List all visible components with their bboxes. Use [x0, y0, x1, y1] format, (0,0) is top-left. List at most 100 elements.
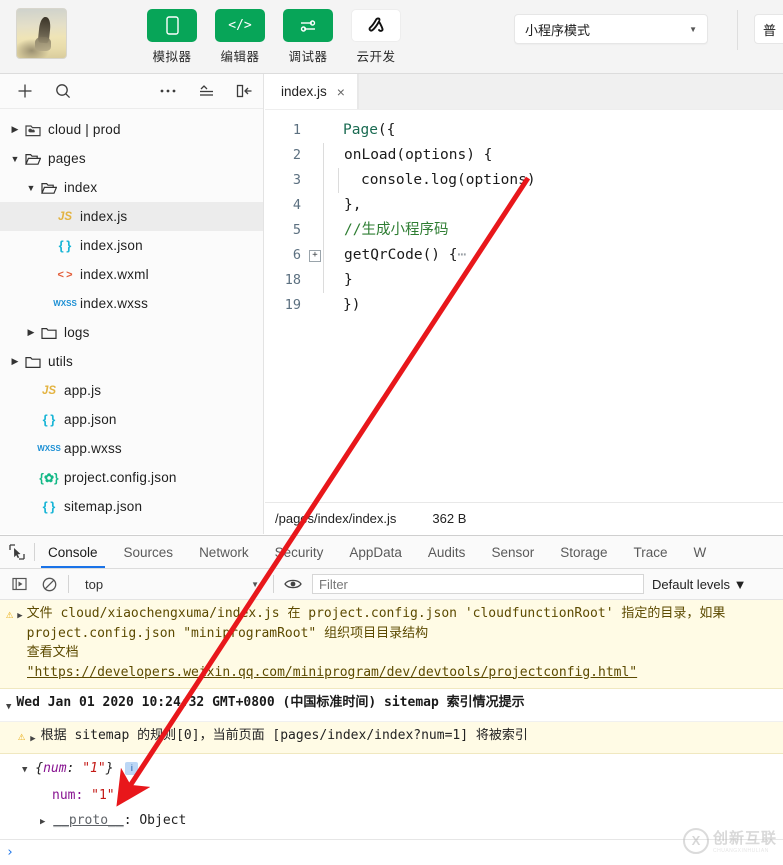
- toolbar-button-editor[interactable]: </> 编辑器: [214, 9, 266, 65]
- devtools-tab-trace[interactable]: Trace: [621, 536, 681, 568]
- chevron-down-icon[interactable]: ▼: [8, 154, 22, 164]
- fold-expand-icon[interactable]: +: [307, 249, 323, 262]
- devtools-tab-w[interactable]: W: [681, 536, 720, 568]
- code-line[interactable]: 19}): [265, 293, 783, 318]
- code-line[interactable]: 3 console.log(options): [265, 168, 783, 193]
- devtools-tab-label: Audits: [427, 544, 466, 560]
- tree-item-index-json[interactable]: ▶{ }index.json: [0, 231, 263, 260]
- devtools-tab-storage[interactable]: Storage: [547, 536, 620, 568]
- chevron-right-icon[interactable]: ▶: [8, 356, 22, 367]
- code-content[interactable]: 1 Page({2 onLoad(options) {3 console.log(op…: [265, 110, 783, 318]
- tree-item-label: app.js: [64, 383, 102, 398]
- filterbar-separator-2: [273, 575, 274, 593]
- toolbar-button-simulator[interactable]: 模拟器: [146, 9, 198, 65]
- code-line[interactable]: 6 + getQrCode() {⋯: [265, 243, 783, 268]
- code-line[interactable]: 18}: [265, 268, 783, 293]
- chevron-right-icon[interactable]: ▶: [8, 124, 22, 135]
- devtools-tab-label: W: [693, 544, 707, 560]
- console-filter-input[interactable]: Filter: [312, 574, 644, 594]
- tree-item-label: logs: [64, 325, 90, 340]
- folder-icon: [22, 355, 44, 369]
- tree-item-index-wxss[interactable]: ▶WXSSindex.wxss: [0, 289, 263, 318]
- console-group-header[interactable]: ▼ Wed Jan 01 2020 10:24:32 GMT+0800 (中国标…: [0, 689, 783, 722]
- expand-triangle-icon[interactable]: ▶: [30, 725, 35, 750]
- devtools-tab-audits[interactable]: Audits: [415, 536, 479, 568]
- tree-item-app-js[interactable]: ▶JSapp.js: [0, 376, 263, 405]
- secondary-select[interactable]: 普: [754, 14, 783, 44]
- close-icon[interactable]: ×: [337, 84, 345, 100]
- toolbar-button-debugger[interactable]: 调试器: [282, 9, 334, 65]
- console-filter-placeholder: Filter: [319, 576, 348, 592]
- devtools-tab-appdata[interactable]: AppData: [336, 536, 415, 568]
- tree-item-index-js[interactable]: ▶JSindex.js: [0, 202, 263, 231]
- console-context-select[interactable]: top ▼: [77, 577, 265, 592]
- editor-tab-index-js[interactable]: index.js ×: [265, 74, 358, 109]
- line-number: 4: [292, 197, 301, 213]
- toolbar-button-cloud-dev-label: 云开发: [356, 50, 396, 64]
- devtools-tab-security[interactable]: Security: [262, 536, 337, 568]
- tree-item-utils[interactable]: ▶ utils: [0, 347, 263, 376]
- search-icon[interactable]: [44, 77, 82, 105]
- hide-sidebar-icon[interactable]: [225, 77, 263, 105]
- tree-item-label: index: [64, 180, 98, 195]
- chevron-right-icon[interactable]: ▶: [24, 327, 38, 338]
- more-icon[interactable]: [149, 77, 187, 105]
- add-icon[interactable]: [6, 77, 44, 105]
- chevron-down-icon[interactable]: ▼: [24, 183, 38, 193]
- tree-item-index[interactable]: ▼ index: [0, 173, 263, 202]
- collapse-triangle-icon[interactable]: ▼: [6, 692, 11, 718]
- indent-guide: [323, 218, 338, 243]
- console-levels-select[interactable]: Default levels ▼: [652, 577, 753, 592]
- wxss-icon: WXSS: [53, 299, 77, 308]
- console-object-proto-row[interactable]: ▶ __proto__: Object: [0, 806, 783, 839]
- folder-icon: [38, 326, 60, 340]
- code-line[interactable]: 4},: [265, 193, 783, 218]
- toolbar-button-cloud-dev[interactable]: 云开发: [350, 9, 402, 65]
- info-badge-icon[interactable]: i: [125, 762, 139, 775]
- inspect-element-icon[interactable]: [0, 536, 34, 568]
- console-input-prompt[interactable]: ›: [0, 839, 783, 865]
- console-object-proto-value: : Object: [123, 813, 187, 828]
- collapse-triangle-icon[interactable]: ▼: [22, 762, 27, 775]
- code-text: console.log(options): [361, 172, 536, 188]
- line-number: 1: [292, 122, 301, 138]
- folded-code-ellipsis[interactable]: ⋯: [458, 243, 467, 268]
- project-avatar[interactable]: [16, 8, 67, 59]
- code-line[interactable]: 1 Page({: [265, 118, 783, 143]
- tree-item-label: app.wxss: [64, 441, 122, 456]
- live-expression-icon[interactable]: [282, 574, 304, 594]
- code-line[interactable]: 5 //生成小程序码: [265, 218, 783, 243]
- console-warning-link[interactable]: "https://developers.weixin.qq.com/minipr…: [27, 665, 637, 680]
- devtools-tab-network[interactable]: Network: [186, 536, 262, 568]
- console-sitemap-warning[interactable]: ⚠ ▶ 根据 sitemap 的规则[0]，当前页面 [pages/index/…: [0, 722, 783, 754]
- file-tree: ▶ cloud | prod ▼ pages ▼ index ▶ JS index.js ▶ { }…: [0, 109, 263, 521]
- clear-console-icon[interactable]: [38, 574, 60, 594]
- devtools-tab-sources[interactable]: Sources: [111, 536, 187, 568]
- console-object-summary-key: num: [43, 761, 67, 776]
- expand-triangle-icon[interactable]: ▶: [40, 814, 45, 827]
- tree-item-pages[interactable]: ▼ pages: [0, 144, 263, 173]
- tree-item-index-wxml[interactable]: ▶< >index.wxml: [0, 260, 263, 289]
- devtools-tab-console[interactable]: Console: [35, 536, 111, 568]
- devtools-tab-label: Console: [48, 544, 98, 560]
- execute-step-icon[interactable]: [8, 574, 30, 594]
- chevron-down-icon: ▼: [689, 24, 697, 34]
- console-object-property-row: num: "1": [0, 781, 783, 806]
- console-warning-message[interactable]: ⚠ ▶ 文件 cloud/xiaochengxuma/index.js 在 pr…: [0, 600, 783, 689]
- expand-triangle-icon[interactable]: ▶: [17, 604, 22, 682]
- devtools-tab-sensor[interactable]: Sensor: [478, 536, 547, 568]
- tree-item-cloud-prod[interactable]: ▶ cloud | prod: [0, 115, 263, 144]
- tree-item-sitemap-json[interactable]: ▶{ }sitemap.json: [0, 492, 263, 521]
- config-json-icon: {✿}: [39, 470, 59, 485]
- toolbar-button-debugger-label: 调试器: [288, 50, 328, 64]
- collapse-all-icon[interactable]: [187, 77, 225, 105]
- tree-item-app-json[interactable]: ▶{ }app.json: [0, 405, 263, 434]
- code-line[interactable]: 2 onLoad(options) {: [265, 143, 783, 168]
- mode-select[interactable]: 小程序模式 ▼: [514, 14, 708, 44]
- editor-tab-label: index.js: [281, 84, 327, 99]
- code-brackets-icon: </>: [215, 9, 265, 42]
- tree-item-project-config-json[interactable]: ▶{✿}project.config.json: [0, 463, 263, 492]
- tree-item-logs[interactable]: ▶ logs: [0, 318, 263, 347]
- tree-item-app-wxss[interactable]: ▶WXSSapp.wxss: [0, 434, 263, 463]
- console-object-summary-row[interactable]: ▼ {num: "1"} i: [0, 754, 783, 781]
